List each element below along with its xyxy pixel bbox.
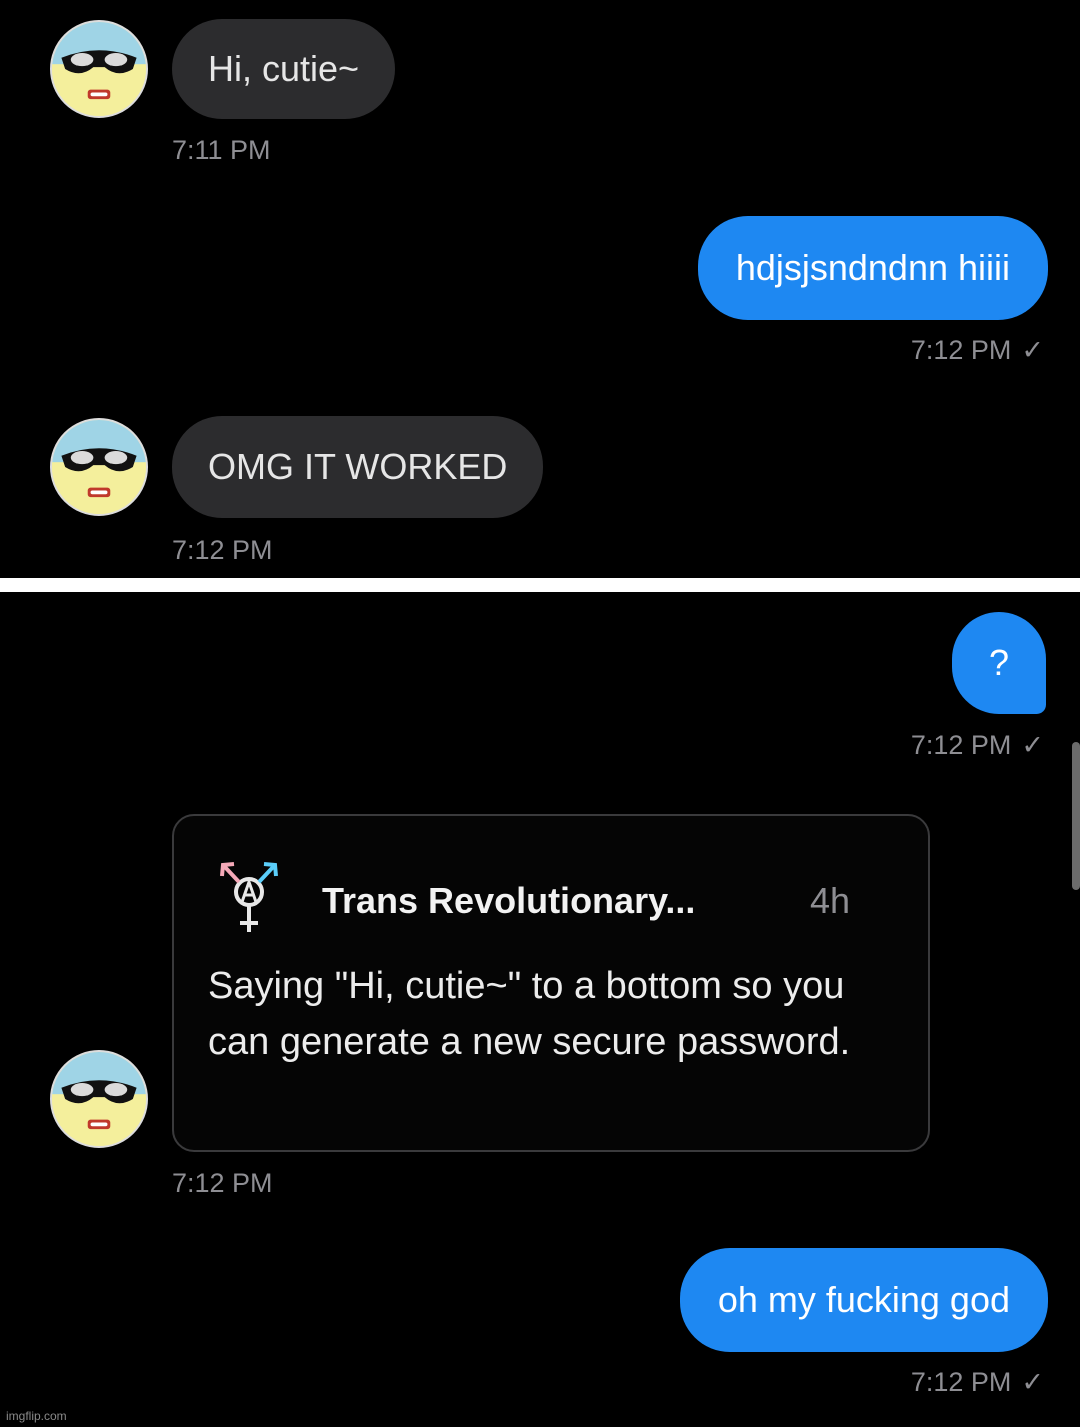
panel-divider: [0, 578, 1080, 592]
message-bubble-incoming[interactable]: Hi, cutie~: [172, 19, 396, 119]
message-timestamp: 7:12 PM ✓: [911, 335, 1044, 366]
sunglasses-face-icon: [52, 22, 146, 116]
watermark: imgflip.com: [6, 1409, 67, 1423]
message-timestamp: 7:12 PM: [172, 1168, 273, 1198]
message-text: hdjsjsndndnn hiiii: [735, 247, 1010, 288]
message-text: oh my fucking god: [717, 1279, 1010, 1320]
post-account-name[interactable]: Trans Revolutionary...: [322, 880, 695, 922]
shared-post-card[interactable]: Trans Revolutionary... 4h Saying "Hi, cu…: [172, 814, 930, 1152]
chat-panel-top: Hi, cutie~ 7:11 PM hdjsjsndndnn hiiii 7:…: [0, 0, 1080, 578]
contact-avatar[interactable]: [50, 20, 148, 118]
timestamp-text: 7:12 PM: [910, 1367, 1012, 1397]
message-bubble-outgoing[interactable]: oh my fucking god: [679, 1248, 1048, 1352]
seen-check-icon: ✓: [1021, 1367, 1044, 1397]
message-bubble-outgoing[interactable]: ?: [952, 612, 1046, 714]
timestamp-text: 7:12 PM: [910, 730, 1012, 760]
contact-avatar[interactable]: [50, 418, 148, 516]
sunglasses-face-icon: [52, 1052, 146, 1146]
message-timestamp: 7:12 PM ✓: [911, 1367, 1044, 1398]
post-age: 4h: [810, 880, 851, 921]
trans-anarchy-symbol-icon: [218, 860, 280, 936]
scrollbar[interactable]: [1072, 742, 1080, 890]
post-caption: Saying "Hi, cutie~" to a bottom so you c…: [208, 965, 851, 1063]
contact-avatar[interactable]: [50, 1050, 148, 1148]
message-bubble-outgoing[interactable]: hdjsjsndndnn hiiii: [697, 216, 1048, 320]
timestamp-text: 7:12 PM: [910, 335, 1012, 365]
message-text: Hi, cutie~: [208, 48, 360, 89]
seen-check-icon: ✓: [1021, 730, 1044, 760]
message-timestamp: 7:11 PM: [172, 135, 271, 165]
message-timestamp: 7:12 PM: [172, 535, 273, 565]
message-timestamp: 7:12 PM ✓: [911, 730, 1044, 761]
seen-check-icon: ✓: [1021, 335, 1044, 365]
sunglasses-face-icon: [52, 420, 146, 514]
message-bubble-incoming[interactable]: OMG IT WORKED: [172, 416, 544, 518]
chat-panel-bottom: ? 7:12 PM ✓ Trans Revolutionary... 4h Say…: [0, 592, 1080, 1427]
message-text: ?: [988, 642, 1010, 683]
message-text: OMG IT WORKED: [208, 446, 508, 487]
